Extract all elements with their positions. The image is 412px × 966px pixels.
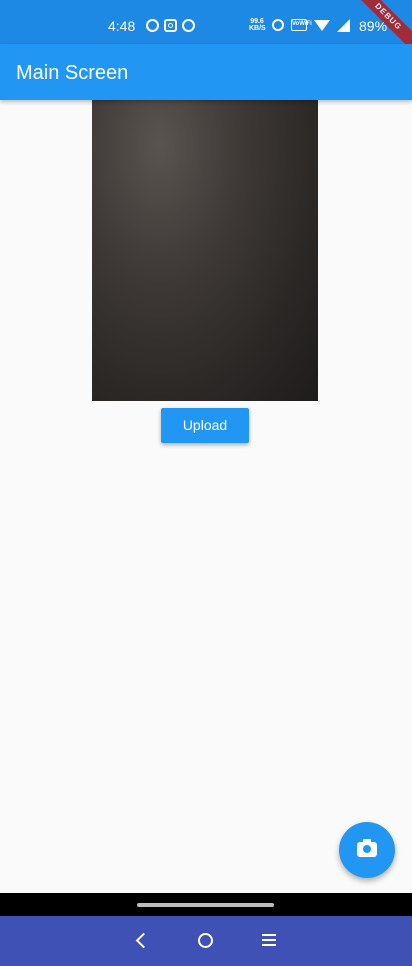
page-title: Main Screen [16, 62, 129, 84]
status-time: 4:48 [108, 18, 136, 34]
instagram-icon [164, 19, 177, 32]
menu-icon[interactable] [262, 934, 276, 946]
upload-button[interactable]: Upload [161, 408, 249, 443]
photo-preview [92, 100, 318, 401]
spotify-icon [146, 19, 159, 32]
camera-fab[interactable] [339, 822, 395, 878]
status-left-icons [146, 19, 195, 32]
net-speed: 99.6 KB/S [249, 18, 266, 32]
status-right-icons: 99.6 KB/S VoWiFi [249, 18, 350, 32]
signal-icon [337, 18, 350, 32]
menu-icon-line [262, 934, 276, 936]
system-nav-bar [0, 916, 412, 966]
status-bar: 4:48 99.6 KB/S VoWiFi 89% DEBUG [0, 0, 412, 58]
sync-icon [182, 19, 195, 32]
back-icon[interactable] [135, 932, 152, 949]
alarm-icon [272, 19, 284, 31]
menu-icon-line [262, 944, 276, 946]
home-icon[interactable] [198, 933, 213, 948]
menu-icon-line [262, 939, 276, 941]
vowifi-icon: VoWiFi [291, 19, 312, 31]
gesture-area [0, 893, 412, 916]
camera-icon [357, 839, 377, 857]
wifi-icon [314, 19, 330, 31]
home-indicator[interactable] [137, 903, 274, 907]
app-bar: Main Screen [0, 44, 412, 100]
